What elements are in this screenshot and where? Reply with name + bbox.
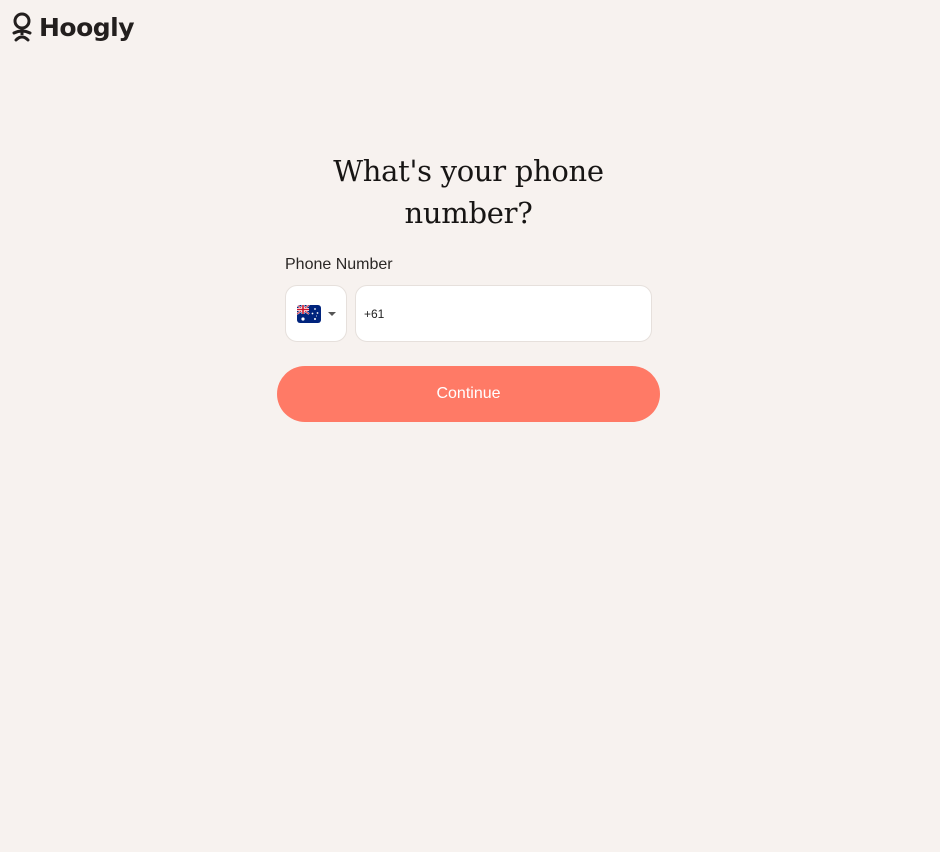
country-code-select[interactable] [285, 285, 347, 342]
page-title: What's your phone number? [333, 154, 604, 230]
brand-logo[interactable]: Hoogly [11, 11, 135, 43]
phone-form: What's your phone number? Phone Number C… [277, 150, 660, 422]
chevron-down-icon [328, 311, 336, 316]
phone-input-row [285, 285, 652, 342]
brand-name: Hoogly [39, 12, 135, 42]
australia-flag-icon [297, 304, 321, 323]
phone-number-label: Phone Number [285, 256, 393, 273]
phone-number-input[interactable] [355, 285, 652, 342]
continue-button[interactable]: Continue [277, 366, 660, 422]
hoogly-logo-icon [12, 12, 32, 42]
